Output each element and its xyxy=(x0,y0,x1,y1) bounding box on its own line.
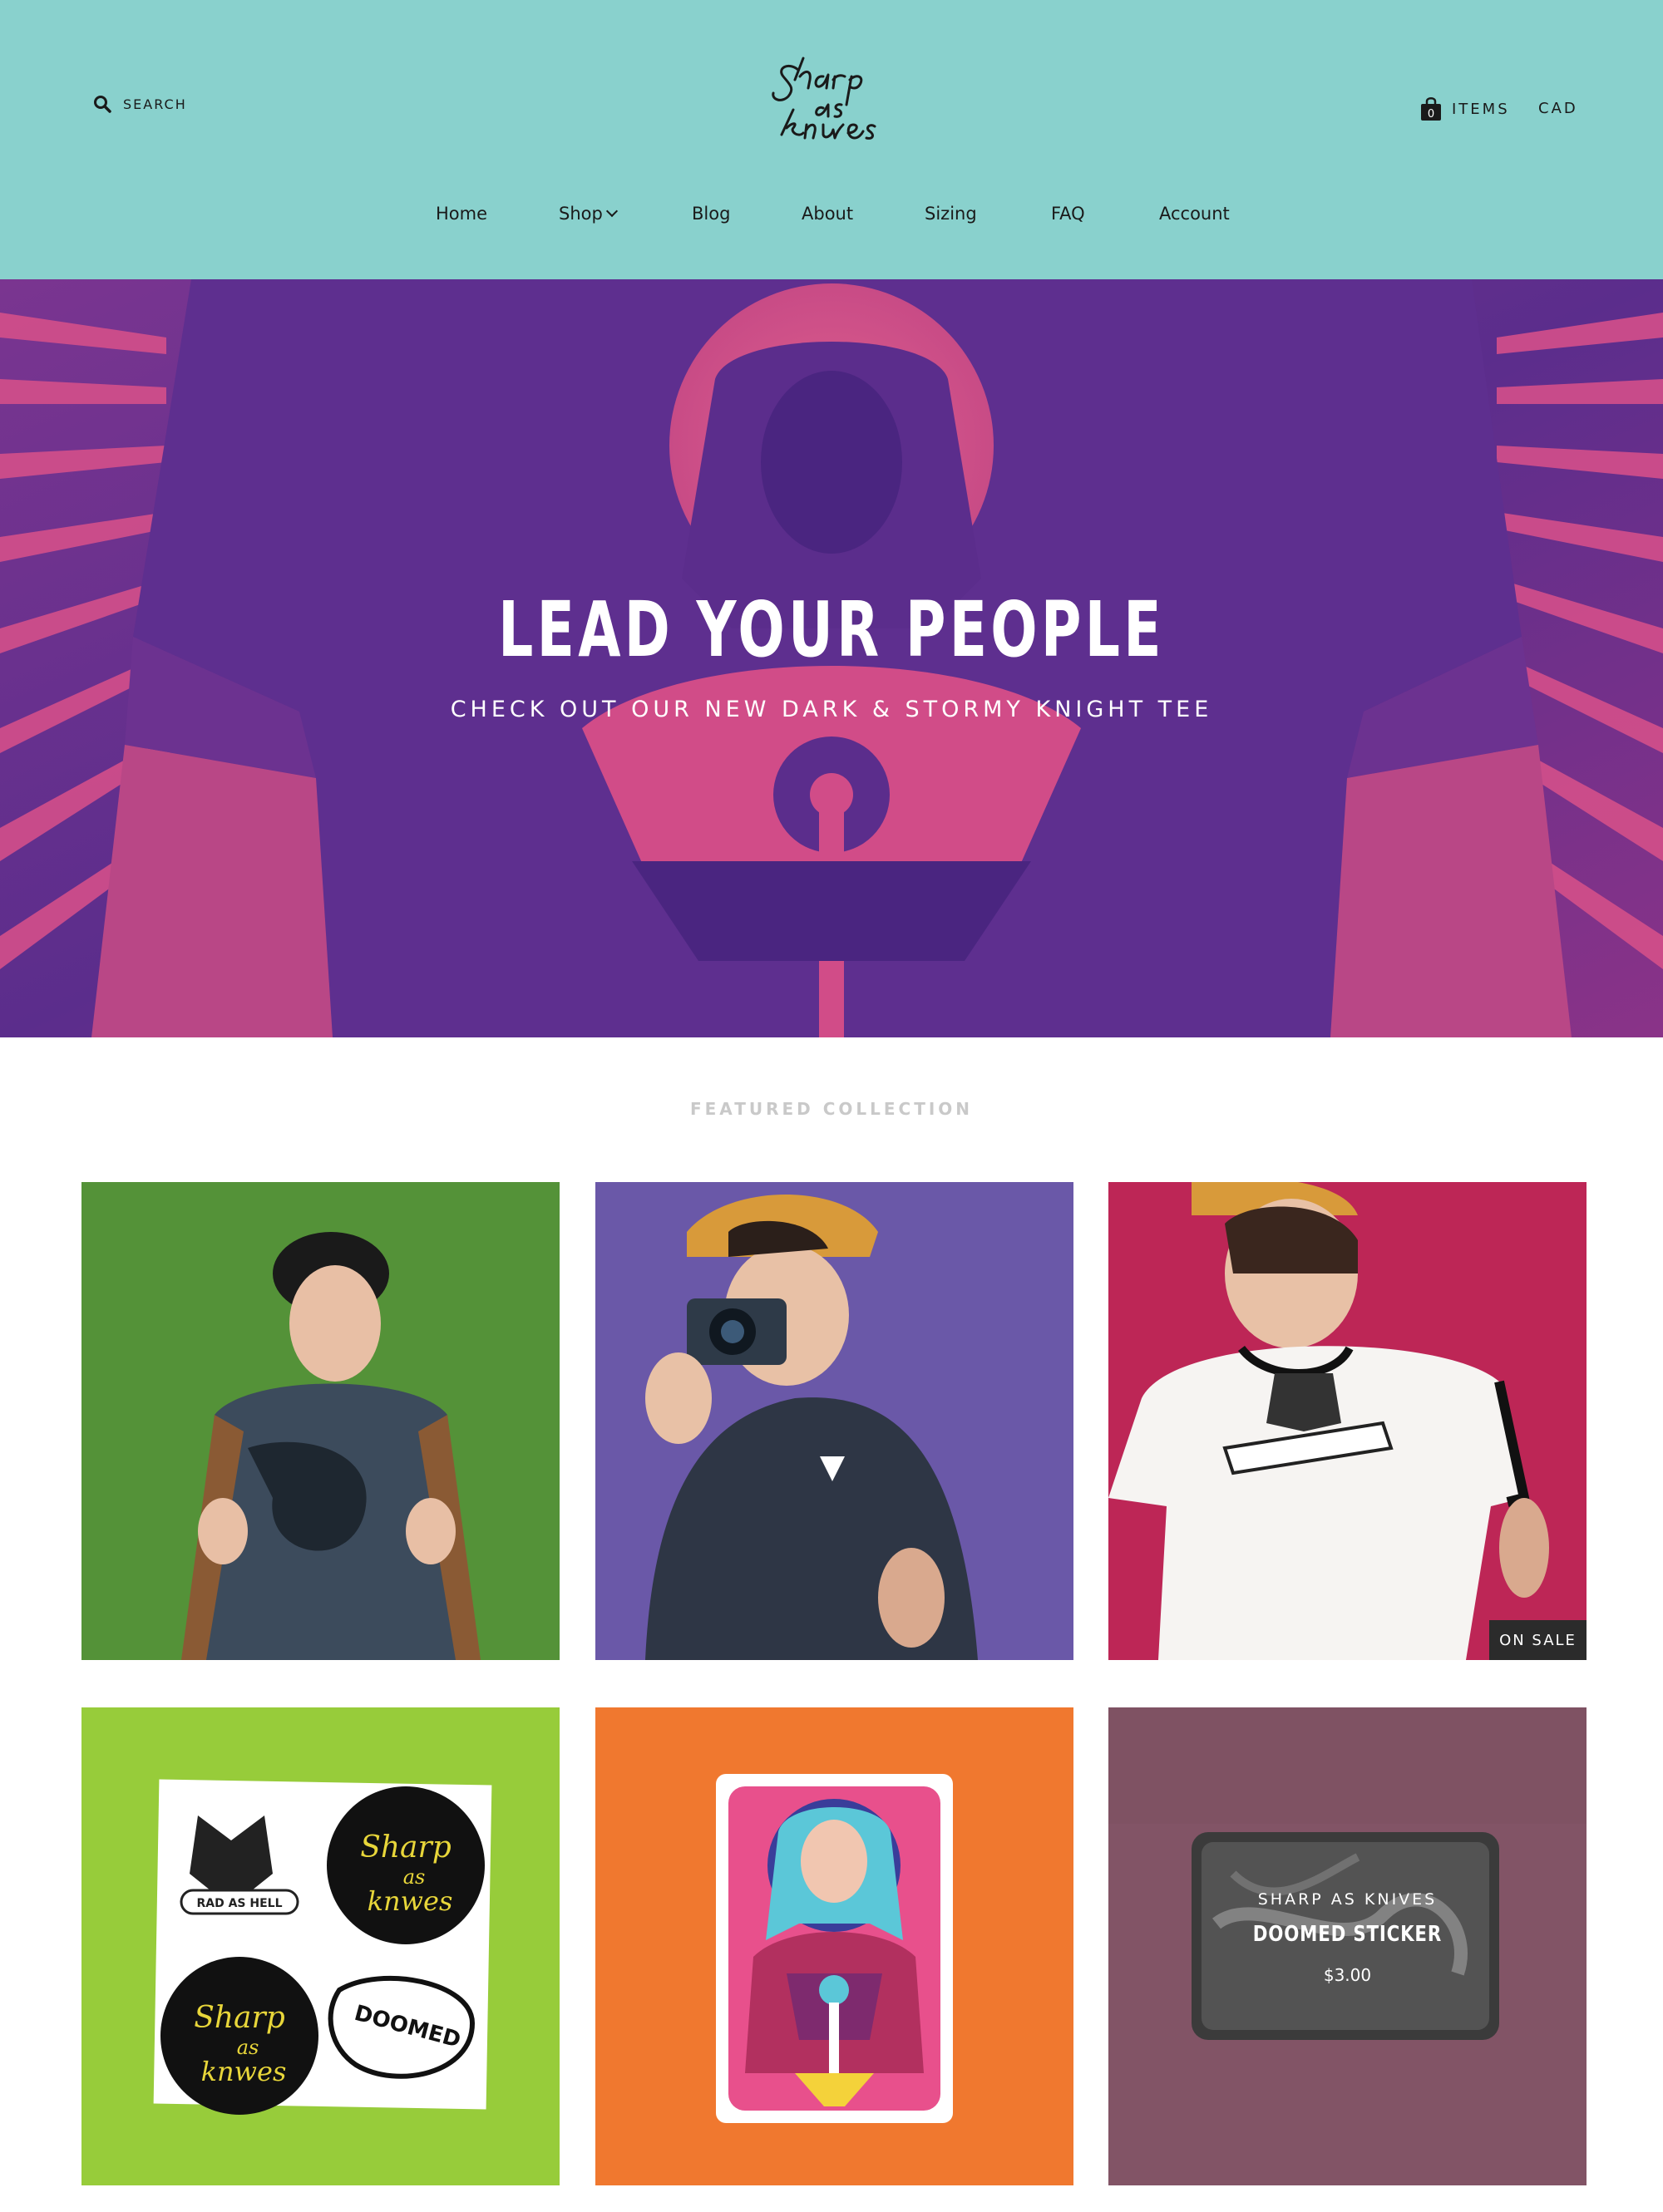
nav-item-home[interactable]: Home xyxy=(436,204,487,224)
chevron-down-icon xyxy=(605,204,618,218)
product-image xyxy=(1108,1182,1587,1660)
nav-item-blog[interactable]: Blog xyxy=(692,204,730,224)
product-image: RAD AS HELL Sharp as knwes Sharp as knwe… xyxy=(81,1707,560,2185)
featured-collection-heading: FEATURED COLLECTION xyxy=(689,1099,974,1119)
product-price: $3.00 xyxy=(1323,1965,1372,1985)
cart-label: ITEMS xyxy=(1452,100,1510,118)
product-vendor: SHARP AS KNIVES xyxy=(1257,1890,1438,1909)
product-image xyxy=(595,1182,1073,1660)
product-card[interactable] xyxy=(81,1182,560,1660)
product-card[interactable]: SHARP AS KNIVES DOOMED STICKER $3.00 xyxy=(1108,1707,1587,2185)
product-image xyxy=(81,1182,560,1660)
nav-item-about[interactable]: About xyxy=(802,204,853,224)
product-image xyxy=(595,1707,1073,2185)
nav-item-sizing[interactable]: Sizing xyxy=(925,204,977,224)
product-title[interactable]: DOOMED STICKER xyxy=(1152,1922,1544,1947)
search-label: SEARCH xyxy=(123,96,187,112)
sticker-logo-text: knwes xyxy=(368,1885,453,1917)
main-nav: Home Shop Blog About Sizing FAQ Account xyxy=(0,204,1663,229)
sticker-logo-text: Sharp xyxy=(360,1830,452,1865)
hero-banner[interactable]: LEAD YOUR PEOPLE CHECK OUT OUR NEW DARK … xyxy=(0,279,1663,1037)
nav-item-shop[interactable]: Shop xyxy=(559,204,618,224)
nav-item-faq[interactable]: FAQ xyxy=(1051,204,1085,224)
cart-button[interactable]: 0 ITEMS xyxy=(1420,96,1510,121)
on-sale-badge: ON SALE xyxy=(1489,1620,1587,1660)
hero-subtitle: CHECK OUT OUR NEW DARK & STORMY KNIGHT T… xyxy=(450,697,1213,722)
hero-title: LEAD YOUR PEOPLE xyxy=(498,585,1165,674)
sticker-logo-text: knwes xyxy=(201,2056,287,2087)
sticker-logo-text: Sharp xyxy=(194,2001,285,2035)
product-card[interactable] xyxy=(595,1707,1073,2185)
site-header: SEARCH 0 ITEMS CAD Home Shop Blog About xyxy=(0,0,1663,279)
logo[interactable] xyxy=(765,52,898,160)
shopping-bag-icon: 0 xyxy=(1421,97,1441,121)
nav-item-shop-label: Shop xyxy=(559,204,603,224)
search-button[interactable]: SEARCH xyxy=(93,95,187,113)
product-card[interactable]: ON SALE xyxy=(1108,1182,1587,1660)
search-icon xyxy=(94,96,111,113)
product-card[interactable]: RAD AS HELL Sharp as knwes Sharp as knwe… xyxy=(81,1707,560,2185)
product-card[interactable] xyxy=(595,1182,1073,1660)
cart-count: 0 xyxy=(1428,108,1434,121)
currency-selector[interactable]: CAD xyxy=(1538,100,1578,117)
nav-item-account[interactable]: Account xyxy=(1159,204,1230,224)
sticker-text: RAD AS HELL xyxy=(196,1897,282,1910)
